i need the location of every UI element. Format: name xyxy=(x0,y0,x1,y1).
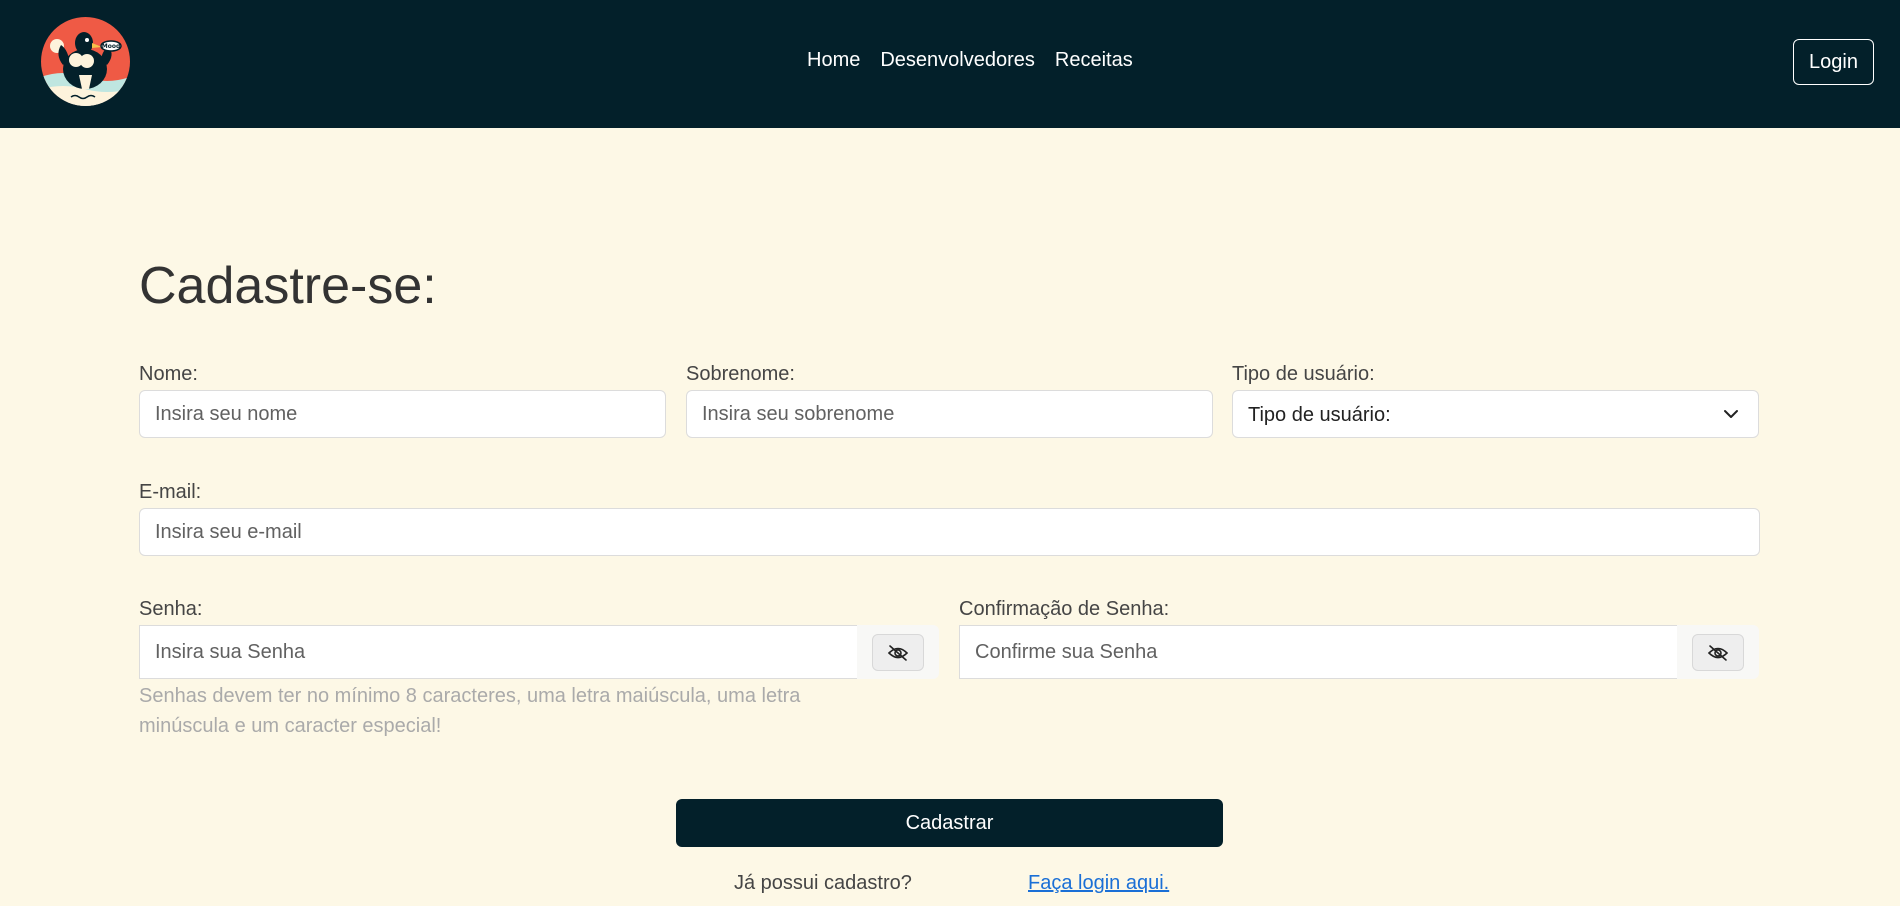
nome-input[interactable] xyxy=(139,390,666,438)
confirmacao-senha-input-group xyxy=(959,625,1759,679)
cadastrar-button[interactable]: Cadastrar xyxy=(676,799,1223,847)
toggle-confirmacao-visibility-button[interactable] xyxy=(1692,634,1744,671)
tipo-usuario-label: Tipo de usuário: xyxy=(1232,363,1375,385)
muscular-seagull-mascot-icon: Mood xyxy=(41,32,130,106)
nav-links: Home Desenvolvedores Receitas xyxy=(807,49,1133,72)
senha-label: Senha: xyxy=(139,598,203,620)
tipo-usuario-selected-value: Tipo de usuário: xyxy=(1248,404,1391,426)
confirmacao-senha-label: Confirmação de Senha: xyxy=(959,598,1170,620)
login-here-link[interactable]: Faça login aqui. xyxy=(1028,872,1169,895)
already-registered-text: Já possui cadastro? xyxy=(734,872,912,894)
nome-label: Nome: xyxy=(139,363,198,385)
confirmacao-senha-input[interactable] xyxy=(959,625,1677,679)
nav-link-desenvolvedores[interactable]: Desenvolvedores xyxy=(880,49,1035,72)
eye-slash-icon xyxy=(887,644,909,661)
toggle-senha-visibility-button[interactable] xyxy=(872,634,924,671)
password-requirements-hint: Senhas devem ter no mínimo 8 caracteres,… xyxy=(139,685,801,737)
logo-badge-text: Mood xyxy=(102,43,121,50)
sobrenome-input[interactable] xyxy=(686,390,1213,438)
page-title: Cadastre-se: xyxy=(139,257,437,315)
tipo-usuario-select[interactable]: Tipo de usuário: xyxy=(1232,390,1759,438)
logo-icon[interactable]: Mood xyxy=(41,17,130,106)
nav-link-receitas[interactable]: Receitas xyxy=(1055,49,1133,72)
email-label: E-mail: xyxy=(139,481,202,503)
senha-input-group xyxy=(139,625,939,679)
senha-input[interactable] xyxy=(139,625,857,679)
login-button[interactable]: Login xyxy=(1793,39,1874,85)
chevron-down-icon xyxy=(1724,410,1738,418)
email-input[interactable] xyxy=(139,508,1760,556)
navbar: Mood Home Desenvolvedores Receitas Login xyxy=(0,0,1900,128)
sobrenome-label: Sobrenome: xyxy=(686,363,795,385)
nav-link-home[interactable]: Home xyxy=(807,49,860,72)
eye-slash-icon xyxy=(1707,644,1729,661)
